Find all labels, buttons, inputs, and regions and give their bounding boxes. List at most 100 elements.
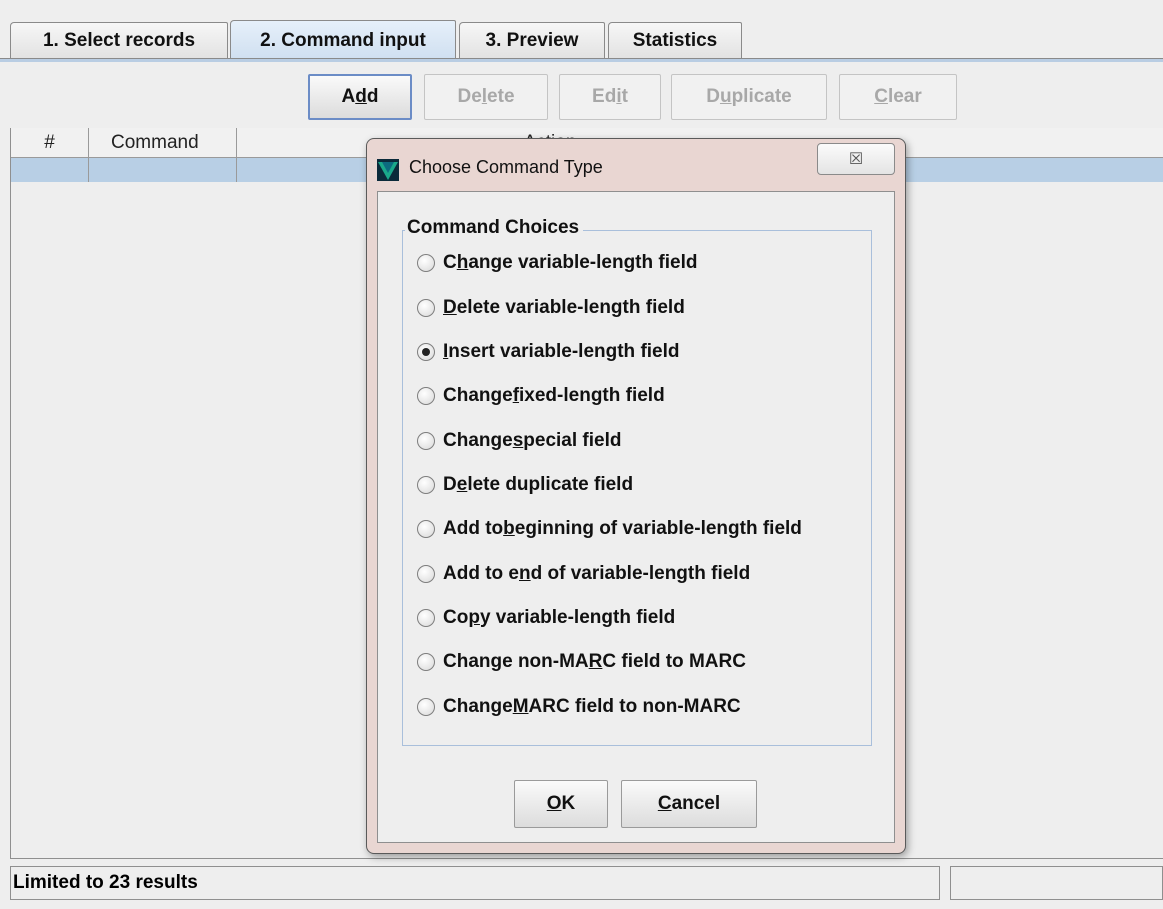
table-cell-divider [11,158,89,182]
option-mnemonic: s [512,430,524,451]
option-mnemonic: M [512,696,529,717]
option-label: pecial field [523,430,622,451]
option-change-variable-length-field[interactable]: Ch ange variable-length field [417,248,697,278]
option-label: Add to [443,518,504,539]
option-change-fixed-length-field[interactable]: Change f ixed-length field [417,381,665,411]
tab-label: 3. Preview [485,29,579,51]
radio-button[interactable] [417,299,435,317]
duplicate-label-part: plicate [731,86,792,107]
option-label: nsert variable-length field [448,341,680,362]
option-label: ARC field to non-MARC [528,696,741,717]
edit-label-part: t [621,86,628,107]
radio-button[interactable] [417,653,435,671]
status-secondary [950,866,1163,900]
option-label: d of variable-length field [530,563,751,584]
duplicate-button[interactable]: Du plicate [671,74,827,120]
status-message: Limited to 23 results [10,866,940,900]
tab-statistics[interactable]: Statistics [608,22,742,58]
tab-select-records[interactable]: 1. Select records [10,22,228,58]
option-mnemonic: n [519,563,531,584]
column-header-label: # [44,131,55,153]
option-mnemonic: R [588,651,603,672]
column-header-number[interactable]: # [11,128,89,158]
option-delete-variable-length-field[interactable]: Delete variable-length field [417,293,685,323]
option-add-to-end[interactable]: Add to end of variable-length field [417,559,750,589]
radio-button-selected[interactable] [417,343,435,361]
option-label: Change [443,430,513,451]
option-change-non-marc-to-marc[interactable]: Change non-MA R C field to MARC [417,647,746,677]
option-label: ixed-length field [519,385,665,406]
tab-preview[interactable]: 3. Preview [459,22,605,58]
option-label: lete duplicate field [467,474,634,495]
add-mnemonic: d [355,86,367,107]
choose-command-type-dialog: Choose Command Type ☒ Command Choices Ch… [366,138,906,854]
add-label-part: d [366,86,379,107]
option-mnemonic: e [456,474,468,495]
clear-button[interactable]: Clear [839,74,957,120]
option-label: C field to MARC [602,651,746,672]
radio-button[interactable] [417,476,435,494]
duplicate-label-part: D [706,86,720,107]
radio-button[interactable] [417,387,435,405]
ok-mnemonic: O [546,793,562,814]
table-cell-divider [89,158,237,182]
option-label: Change [443,696,513,717]
duplicate-mnemonic: u [719,86,732,107]
option-label: D [443,474,457,495]
option-add-to-beginning[interactable]: Add to b eginning of variable-length fiel… [417,514,802,544]
radio-button[interactable] [417,565,435,583]
edit-label-part: Ed [592,86,617,107]
dialog-title: Choose Command Type [409,157,603,177]
option-delete-duplicate-field[interactable]: De lete duplicate field [417,470,633,500]
close-button[interactable]: ☒ [817,143,895,175]
option-mnemonic: p [468,607,480,628]
tab-label: 1. Select records [42,29,196,51]
option-mnemonic: b [503,518,515,539]
command-choices-group: Command Choices Ch ange variable-length f… [402,217,872,746]
add-label-part: A [341,86,356,107]
cancel-button[interactable]: Cancel [621,780,757,828]
clear-label-part: lear [887,86,922,107]
tab-underline [0,58,1163,62]
dialog-content: Command Choices Ch ange variable-length f… [377,191,895,843]
option-mnemonic: h [456,252,469,273]
option-label: Change [443,385,513,406]
option-label: Co [443,607,469,628]
delete-button[interactable]: De l ete [424,74,548,120]
option-change-marc-to-non-marc[interactable]: Change M ARC field to non-MARC [417,692,741,722]
option-copy-variable-length-field[interactable]: Co p y variable-length field [417,603,675,633]
cancel-mnemonic: C [657,793,672,814]
dialog-titlebar[interactable]: Choose Command Type ☒ [367,139,905,189]
add-button[interactable]: Add [308,74,412,120]
cancel-label-part: ancel [671,793,721,814]
status-bar: Limited to 23 results [10,866,1163,900]
group-title: Command Choices [405,217,584,239]
radio-button[interactable] [417,609,435,627]
option-label: Add to e [443,563,519,584]
tab-label: 2. Command input [260,29,426,51]
tab-command-input[interactable]: 2. Command input [230,20,456,60]
status-text: Limited to 23 results [13,872,198,893]
option-label: C [443,252,457,273]
option-label: ange variable-length field [468,252,698,273]
option-mnemonic: D [443,297,457,318]
radio-button[interactable] [417,698,435,716]
radio-button[interactable] [417,432,435,450]
app-logo-icon [377,159,399,181]
radio-button[interactable] [417,254,435,272]
tab-label: Statistics [632,29,718,51]
column-header-label: Command [111,131,199,153]
close-icon: ☒ [848,151,864,168]
option-label: eginning of variable-length field [514,518,802,539]
option-change-special-field[interactable]: Change s pecial field [417,426,621,456]
clear-mnemonic: C [874,86,888,107]
option-insert-variable-length-field[interactable]: Insert variable-length field [417,337,680,367]
edit-button[interactable]: Ed i t [559,74,661,120]
radio-button[interactable] [417,520,435,538]
tab-bar: 1. Select records 2. Command input 3. Pr… [0,0,1163,62]
ok-button[interactable]: OK [514,780,608,828]
delete-label-part: De [457,86,482,107]
ok-label-part: K [561,793,576,814]
option-label: elete variable-length field [456,297,685,318]
column-header-command[interactable]: Command [89,128,237,158]
